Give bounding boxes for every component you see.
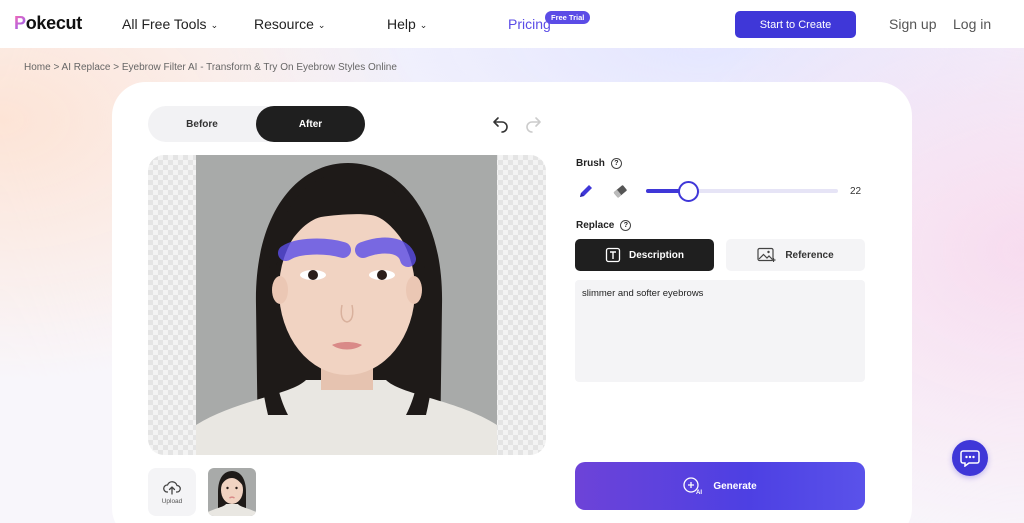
sign-up-link[interactable]: Sign up (889, 16, 936, 32)
pokecut-logo[interactable]: Pokecut (14, 13, 82, 34)
nav-resource[interactable]: Resource ⌄ (254, 16, 325, 32)
prompt-textarea[interactable]: slimmer and softer eyebrows (575, 280, 865, 382)
breadcrumb[interactable]: Home > AI Replace > Eyebrow Filter AI - … (24, 62, 397, 73)
help-icon[interactable]: ? (610, 158, 622, 169)
help-icon[interactable]: ? (620, 220, 632, 231)
brush-size-value: 22 (850, 186, 862, 197)
chevron-down-icon: ⌄ (210, 20, 219, 30)
image-canvas[interactable] (148, 155, 546, 455)
svg-text:AI: AI (696, 490, 702, 495)
brush-label: Brush? (576, 158, 622, 169)
before-after-toggle: Before After (148, 106, 365, 142)
image-thumbnail[interactable] (208, 468, 256, 516)
nav-all-free-tools[interactable]: All Free Tools ⌄ (122, 16, 218, 32)
generate-button[interactable]: AI Generate (575, 462, 865, 510)
reference-tab[interactable]: Reference (726, 239, 865, 271)
text-box-icon (605, 247, 621, 263)
ai-generate-icon: AI (683, 477, 703, 495)
portrait-thumbnail-image (208, 468, 256, 516)
chat-support-button[interactable] (952, 440, 988, 476)
chat-bubble-icon (960, 450, 980, 467)
top-navbar: Pokecut All Free Tools ⌄ Resource ⌄ Help ⌄ … (0, 0, 1024, 48)
eraser-icon[interactable] (611, 182, 629, 205)
chevron-down-icon: ⌄ (317, 20, 326, 30)
chevron-down-icon: ⌄ (419, 20, 428, 30)
upload-button[interactable]: Upload (148, 468, 196, 516)
pen-brush-icon[interactable] (577, 182, 595, 205)
image-add-icon (757, 247, 776, 262)
portrait-image (196, 155, 497, 455)
nav-help[interactable]: Help ⌄ (387, 16, 427, 32)
undo-icon[interactable] (492, 115, 510, 138)
free-trial-badge: Free Trial (545, 11, 591, 24)
after-tab[interactable]: After (256, 106, 365, 142)
redo-icon (524, 115, 542, 138)
log-in-link[interactable]: Log in (953, 16, 991, 32)
before-tab[interactable]: Before (148, 106, 256, 142)
replace-label: Replace? (576, 220, 632, 231)
brush-size-slider-handle[interactable] (677, 181, 699, 202)
description-tab[interactable]: Description (575, 239, 714, 271)
cloud-upload-icon (163, 480, 181, 495)
start-to-create-button[interactable]: Start to Create (735, 11, 856, 38)
